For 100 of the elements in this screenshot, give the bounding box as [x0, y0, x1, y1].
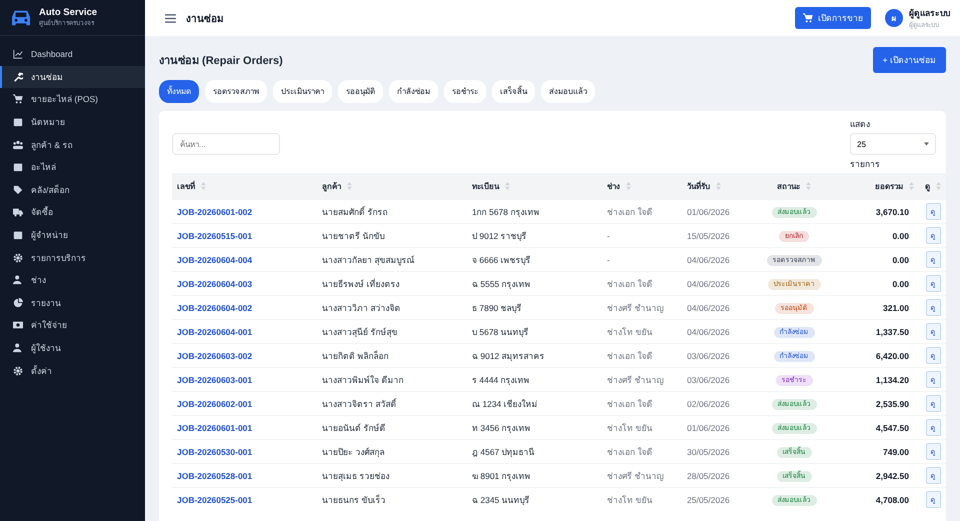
person-icon: [13, 343, 23, 354]
sidebar-item[interactable]: คลัง/สต็อก: [0, 178, 145, 202]
table-cell: ธ 7890 ชลบุรี: [472, 302, 522, 312]
sort-icon: [806, 182, 811, 190]
table-cell: นายธนกร ขับเร็ว: [322, 494, 386, 504]
table-cell: จ 6666 เพชรบุรี: [472, 254, 531, 264]
filter-tab[interactable]: ทั้งหมด: [159, 80, 199, 103]
gear-icon: [13, 252, 23, 263]
table-cell: 25/05/2026: [687, 494, 730, 504]
truck-icon: [13, 207, 23, 218]
pie-chart-icon: [13, 298, 23, 308]
table-cell: ช่างศรี ชำนาญ: [607, 302, 664, 312]
table-cell: ท 3456 กรุงเทพ: [472, 422, 531, 432]
table-cell: ช่างโท ขยัน: [607, 326, 652, 336]
table-cell: ฎ 4567 ปทุมธานี: [472, 446, 535, 456]
sidebar-item[interactable]: ผู้ใช้งาน: [0, 336, 145, 360]
table-cell: ร 4444 กรุงเทพ: [472, 374, 530, 384]
filter-tab[interactable]: รออนุมัติ: [338, 80, 383, 103]
table-cell: -: [607, 254, 610, 264]
filter-tab[interactable]: ประเมินราคา: [273, 80, 332, 103]
table-cell: -: [607, 230, 610, 240]
sidebar-item[interactable]: จัดซื้อ: [0, 201, 145, 224]
app-name: Auto Service: [39, 7, 98, 18]
search-field[interactable]: ค้นหา...: [172, 133, 280, 155]
table-cell: นางสาวกัลยา สุขสมบูรณ์: [322, 254, 414, 264]
column-header[interactable]: ดู: [919, 173, 946, 200]
job-link[interactable]: JOB-20260604-003: [177, 278, 252, 288]
sort-icon: [716, 182, 721, 190]
sidebar-item[interactable]: ตั้งค่า: [0, 359, 145, 382]
column-header[interactable]: ลูกค้า: [317, 173, 467, 200]
filter-tab[interactable]: รอชำระ: [444, 80, 486, 103]
table-cell: 01/06/2026: [687, 206, 730, 216]
column-header[interactable]: วันที่รับ: [682, 173, 754, 200]
sort-icon: [936, 182, 941, 190]
sidebar-item[interactable]: รายการบริการ: [0, 246, 145, 269]
sidebar-item[interactable]: อะไหล่: [0, 156, 145, 179]
sidebar-item[interactable]: ขายอะไหล่ (POS): [0, 88, 145, 111]
sidebar-item[interactable]: ลูกค้า & รถ: [0, 133, 145, 156]
job-link[interactable]: JOB-20260603-002: [177, 350, 252, 360]
open-sale-button[interactable]: เปิดการขาย: [795, 7, 871, 29]
table-cell: ช่างโท ขยัน: [607, 494, 652, 504]
table-cell: บ 5678 นนทบุรี: [472, 326, 529, 336]
table-cell: 28/05/2026: [687, 470, 730, 480]
entries-label: รายการ: [850, 158, 881, 171]
table-cell: 04/06/2026: [687, 302, 730, 312]
filter-tab[interactable]: กำลังซ่อม: [389, 80, 438, 103]
table-cell: 6,420.00: [876, 350, 909, 360]
job-link[interactable]: JOB-20260604-001: [177, 326, 252, 336]
sidebar-item[interactable]: นัดหมาย: [0, 110, 145, 134]
column-header[interactable]: ยอดรวม: [834, 173, 919, 200]
sidebar-item[interactable]: ค่าใช้จ่าย: [0, 314, 145, 337]
job-link[interactable]: JOB-20260515-001: [177, 230, 252, 240]
sidebar-item[interactable]: งานซ่อม: [0, 66, 145, 88]
table-cell: ช่างเอก ใจดี: [607, 350, 652, 360]
job-link[interactable]: JOB-20260604-002: [177, 302, 252, 312]
table-cell: 03/06/2026: [687, 374, 730, 384]
job-link[interactable]: JOB-20260601-002: [177, 206, 252, 216]
job-link[interactable]: JOB-20260528-001: [177, 470, 252, 480]
tag-icon: [13, 184, 23, 195]
table-cell: 04/06/2026: [687, 254, 730, 264]
sidebar-item[interactable]: ผู้จำหน่าย: [0, 224, 145, 246]
table-cell: นายธีรพงษ์ เที่ยงตรง: [322, 278, 400, 288]
column-header[interactable]: สถานะ: [754, 173, 834, 200]
table-cell: ฆ 8901 กรุงเทพ: [472, 470, 531, 480]
table-cell: 15/05/2026: [687, 230, 730, 240]
gear-icon: [13, 366, 23, 376]
job-link[interactable]: JOB-20260601-001: [177, 422, 252, 432]
new-repair-button[interactable]: + เปิดงานซ่อม: [872, 47, 946, 73]
sidebar-item[interactable]: ช่าง: [0, 268, 145, 292]
table-cell: ช่างศรี ชำนาญ: [607, 374, 664, 384]
table-cell: ณ 1234 เชียงใหม่: [472, 398, 538, 408]
table-cell: 1กก 5678 กรุงเทพ: [472, 206, 540, 216]
column-header[interactable]: เลขที่: [172, 173, 317, 200]
table-cell: นายอนันต์ รักษ์ดี: [322, 422, 386, 432]
chart-icon: [13, 49, 23, 60]
sort-icon: [626, 182, 631, 190]
table-cell: 2,535.90: [876, 398, 909, 408]
filter-tab[interactable]: รอตรวจสภาพ: [205, 80, 267, 103]
table-cell: 03/06/2026: [687, 350, 730, 360]
job-link[interactable]: JOB-20260603-001: [177, 374, 252, 384]
sidebar-item[interactable]: Dashboard: [0, 43, 145, 66]
page-title: งานซ่อม (Repair Orders): [159, 54, 283, 69]
job-link[interactable]: JOB-20260525-001: [177, 494, 252, 504]
sidebar-item[interactable]: รายงาน: [0, 292, 145, 314]
job-link[interactable]: JOB-20260602-001: [177, 398, 252, 408]
menu-icon[interactable]: [165, 14, 176, 22]
table-cell: นายชาตรี นักขับ: [322, 230, 384, 240]
job-link[interactable]: JOB-20260530-001: [177, 446, 252, 456]
filter-tab[interactable]: ส่งมอบแล้ว: [541, 80, 595, 103]
column-header[interactable]: ช่าง: [602, 173, 682, 200]
table-cell: ช่างศรี ชำนาญ: [607, 470, 664, 480]
show-label: แสดง: [850, 118, 871, 131]
job-link[interactable]: JOB-20260604-004: [177, 254, 252, 264]
table-cell: 01/06/2026: [687, 422, 730, 432]
page-size-select[interactable]: 25: [850, 133, 936, 155]
person-icon: [13, 275, 23, 286]
table-cell: 0.00: [892, 254, 909, 264]
column-header[interactable]: ทะเบียน: [467, 173, 602, 200]
filter-tab[interactable]: เสร็จสิ้น: [492, 80, 535, 103]
user-avatar[interactable]: ผ: [885, 9, 903, 27]
